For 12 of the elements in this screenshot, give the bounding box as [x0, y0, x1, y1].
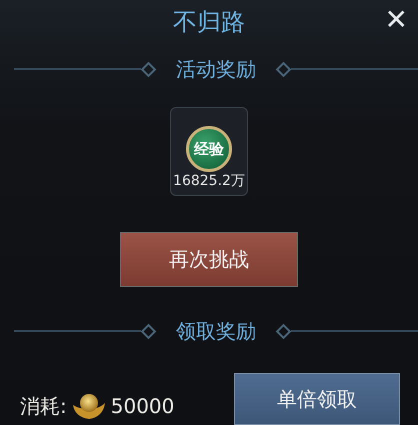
- exp-badge: 经验: [186, 126, 232, 172]
- claim-button[interactable]: 单倍领取: [234, 373, 400, 425]
- cost-amount: 50000: [110, 394, 174, 418]
- section-heading: 领取奖励: [176, 318, 256, 345]
- cost-label: 消耗:: [20, 392, 67, 420]
- section-heading: 活动奖励: [176, 56, 256, 83]
- close-button[interactable]: ✕: [380, 2, 412, 38]
- retry-button[interactable]: 再次挑战: [120, 232, 298, 288]
- reward-item[interactable]: 经验 16825.2万: [170, 107, 248, 196]
- reward-amount: 16825.2万: [173, 172, 245, 190]
- ingot-icon: [70, 391, 107, 421]
- window-title: 不归路: [173, 6, 245, 38]
